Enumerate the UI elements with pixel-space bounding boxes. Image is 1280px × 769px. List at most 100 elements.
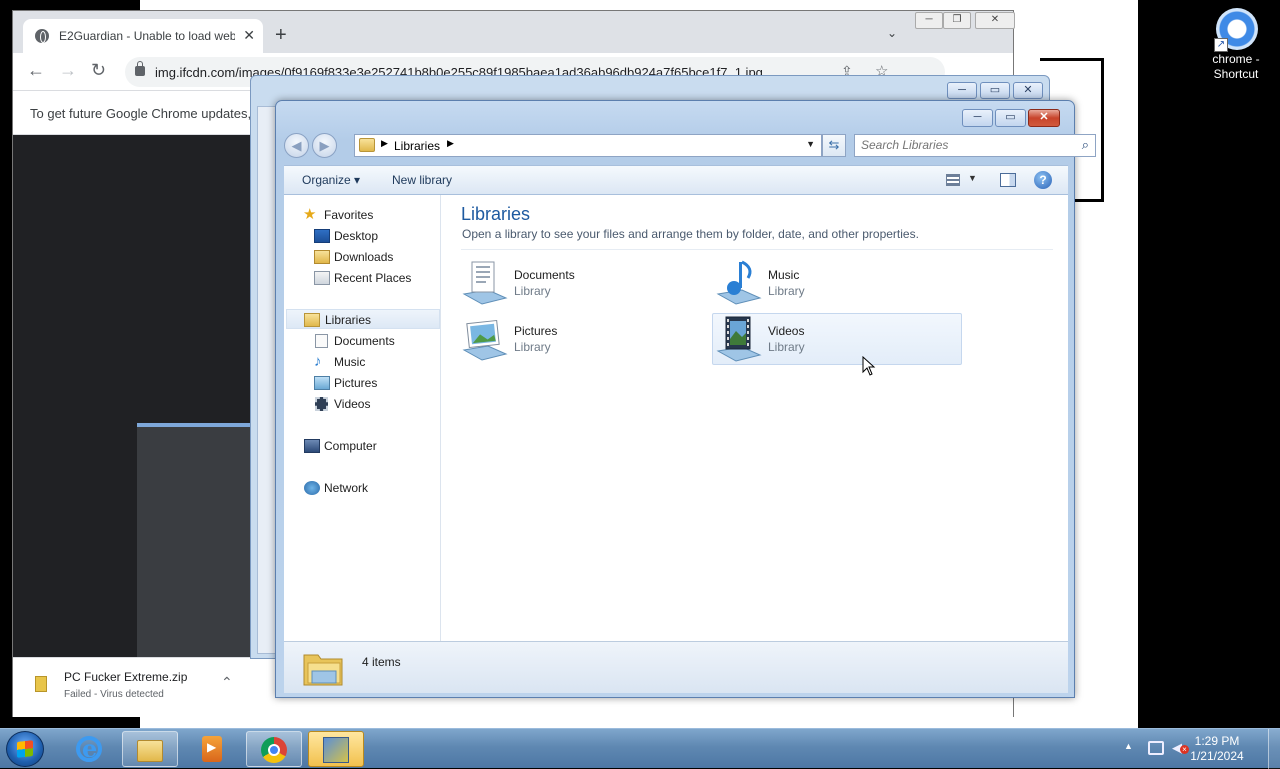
nav-music[interactable]: ♪ Music (284, 352, 440, 372)
maximize-button[interactable]: ▭ (995, 109, 1026, 127)
taskbar-active-app[interactable] (308, 731, 364, 767)
back-minimize-button[interactable]: ─ (947, 82, 977, 99)
organize-button[interactable]: Organize ▾ (302, 173, 360, 187)
page-description: Open a library to see your files and arr… (462, 227, 919, 241)
nav-downloads-label: Downloads (334, 250, 394, 264)
globe-icon (35, 29, 49, 43)
taskbar-internet-explorer[interactable] (62, 731, 118, 767)
computer-icon (304, 439, 320, 453)
taskbar-media-player[interactable] (184, 731, 240, 767)
chrome-tabstrip: E2Guardian - Unable to load web ✕ + ⌄ ─ … (13, 11, 1015, 53)
documents-icon (315, 334, 328, 348)
nav-downloads[interactable]: Downloads (284, 247, 440, 267)
tile-name: Documents (514, 268, 575, 282)
nav-libraries[interactable]: Libraries (286, 309, 440, 329)
nav-favorites-label: Favorites (324, 208, 374, 222)
explorer-window-controls: ─ ▭ ✕ (962, 109, 1066, 127)
recent-places-icon (314, 271, 330, 285)
clock-time: 1:29 PM (1194, 734, 1240, 748)
windows-logo-icon (17, 740, 33, 758)
nav-videos[interactable]: Videos (284, 394, 440, 414)
preview-pane-icon[interactable] (1000, 173, 1016, 187)
chevron-up-icon[interactable]: ⌃ (221, 674, 233, 691)
library-tile-music[interactable]: Music Library (714, 257, 964, 309)
help-icon[interactable]: ? (1034, 171, 1052, 189)
address-dropdown-icon[interactable]: ▼ (806, 139, 815, 149)
chrome-tab[interactable]: E2Guardian - Unable to load web ✕ (23, 19, 263, 53)
tile-type: Library (514, 284, 551, 298)
refresh-button[interactable]: ⇆ (822, 134, 846, 157)
nav-network[interactable]: Network (284, 478, 440, 498)
search-box[interactable]: ⌕ (854, 134, 1096, 157)
back-button[interactable]: ◀ (284, 133, 309, 158)
libraries-icon (304, 313, 320, 327)
breadcrumb-arrow-icon[interactable]: ▶ (447, 138, 454, 149)
download-item[interactable]: PC Fucker Extreme.zip Failed - Virus det… (31, 668, 251, 708)
nav-computer[interactable]: Computer (284, 436, 440, 456)
address-row: ◀ ▶ ▶ Libraries ▶ ▼ ⇆ ⌕ (284, 132, 1096, 160)
desktop-chrome-shortcut[interactable]: ↗ chrome - Shortcut (1198, 6, 1274, 82)
explorer-body: ★ Favorites Desktop Downloads Recent Pla… (284, 195, 1068, 641)
mouse-cursor-icon (862, 356, 876, 376)
nav-documents[interactable]: Documents (284, 331, 440, 351)
forward-button[interactable]: ▶ (312, 133, 337, 158)
nav-music-label: Music (334, 355, 366, 369)
breadcrumb-libraries[interactable]: Libraries (394, 139, 440, 153)
forward-arrow-icon[interactable]: → (59, 61, 77, 79)
view-dropdown-icon[interactable]: ▼ (968, 173, 977, 183)
clock[interactable]: 1:29 PM 1/21/2024 (1172, 734, 1262, 764)
library-tile-documents[interactable]: Documents Library (460, 257, 710, 309)
minimize-button[interactable]: ─ (962, 109, 993, 127)
chrome-close-button[interactable]: ✕ (975, 12, 1015, 29)
reload-icon[interactable]: ↻ (91, 61, 106, 79)
nav-favorites[interactable]: ★ Favorites (284, 205, 440, 225)
documents-library-icon (460, 258, 510, 306)
nav-desktop[interactable]: Desktop (284, 226, 440, 246)
explorer-address-bar[interactable]: ▶ Libraries ▶ ▼ (354, 134, 822, 157)
chrome-minimize-button[interactable]: ─ (915, 12, 943, 29)
page-panel (137, 423, 257, 657)
nav-buttons: ◀ ▶ (284, 133, 348, 159)
star-icon: ★ (303, 206, 317, 223)
new-tab-icon[interactable]: + (275, 25, 287, 45)
taskbar-windows-explorer[interactable] (122, 731, 178, 767)
music-library-icon (714, 258, 764, 306)
explorer-window: ─ ▭ ✕ ◀ ▶ ▶ Libraries ▶ ▼ ⇆ ⌕ Organize ▾… (275, 100, 1096, 698)
tile-type: Library (768, 284, 805, 298)
infobar-text: To get future Google Chrome updates, (30, 106, 252, 121)
network-tray-icon[interactable] (1148, 741, 1164, 755)
status-bar: 4 items (284, 641, 1068, 693)
nav-videos-label: Videos (334, 397, 371, 411)
pictures-library-icon (460, 314, 510, 362)
lock-icon (135, 61, 145, 76)
show-desktop-button[interactable] (1268, 729, 1280, 769)
taskbar-chrome[interactable] (246, 731, 302, 767)
tab-close-icon[interactable]: ✕ (243, 27, 255, 44)
search-icon[interactable]: ⌕ (1082, 137, 1089, 153)
nav-network-label: Network (324, 481, 369, 495)
nav-pictures[interactable]: Pictures (284, 373, 440, 393)
library-tile-pictures[interactable]: Pictures Library (460, 313, 710, 365)
nav-pictures-label: Pictures (334, 376, 378, 390)
libraries-folder-icon (302, 645, 346, 689)
back-arrow-icon[interactable]: ← (27, 61, 45, 79)
chrome-maximize-button[interactable]: ❐ (943, 12, 971, 29)
change-view-button[interactable]: ▼ (942, 173, 978, 189)
chrome-shortcut-icon: ↗ (1214, 6, 1258, 52)
nav-recent-places[interactable]: Recent Places (284, 268, 440, 288)
folder-icon (137, 740, 163, 762)
back-close-button[interactable]: ✕ (1013, 82, 1043, 99)
show-hidden-icons-icon[interactable]: ▲ (1124, 741, 1133, 751)
search-input[interactable] (861, 138, 1061, 152)
desktop-icon (314, 229, 330, 243)
videos-filmstrip-icon (315, 397, 328, 411)
library-tile-videos[interactable]: Videos Library (712, 313, 962, 365)
breadcrumb-arrow-icon[interactable]: ▶ (381, 138, 388, 149)
tab-search-chevron-icon[interactable]: ⌄ (887, 26, 897, 40)
organize-label: Organize (302, 173, 351, 187)
close-button[interactable]: ✕ (1028, 109, 1060, 127)
back-maximize-button[interactable]: ▭ (980, 82, 1010, 99)
nav-recent-places-label: Recent Places (334, 271, 412, 285)
new-library-button[interactable]: New library (392, 173, 452, 187)
start-button[interactable] (6, 731, 44, 767)
